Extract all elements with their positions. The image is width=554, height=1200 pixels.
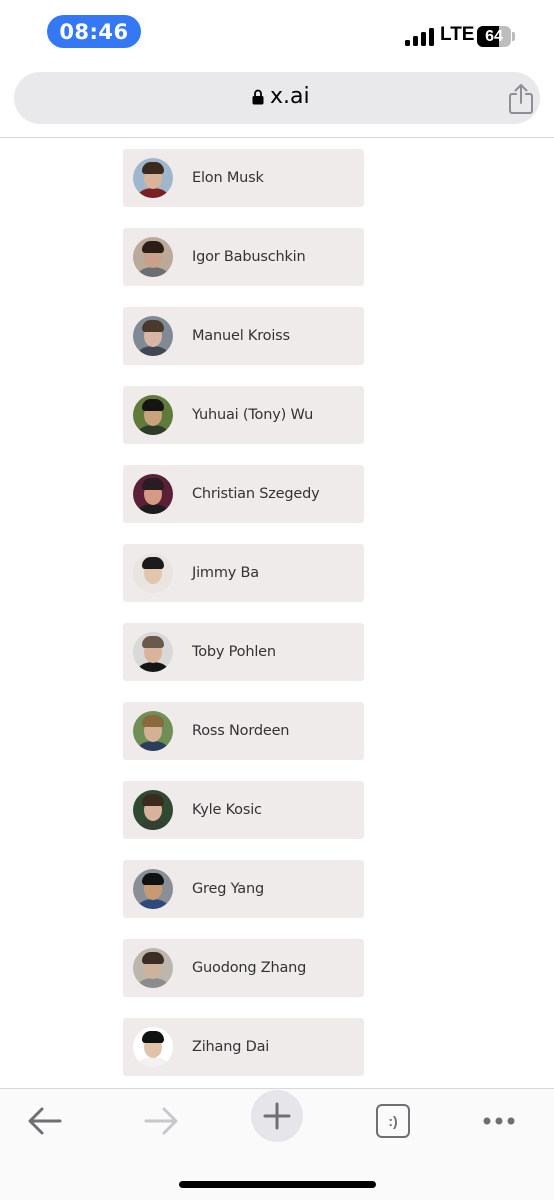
team-member-name: Yuhuai (Tony) Wu	[192, 407, 314, 423]
avatar-hair	[142, 715, 164, 727]
team-member-card[interactable]: Zihang Dai	[123, 1018, 364, 1076]
avatar	[133, 395, 173, 435]
team-member-name: Elon Musk	[192, 170, 264, 186]
avatar-hair	[142, 399, 164, 411]
avatar	[133, 711, 173, 751]
avatar-hair	[142, 320, 164, 332]
lock-icon	[252, 89, 264, 105]
team-member-name: Zihang Dai	[192, 1039, 270, 1055]
team-member-name: Jimmy Ba	[192, 565, 259, 581]
network-type: LTE	[440, 24, 475, 45]
avatar	[133, 158, 173, 198]
avatar-hair	[142, 794, 164, 806]
plus-icon	[263, 1102, 291, 1130]
address-bar[interactable]: x.ai	[14, 72, 540, 124]
new-tab-button[interactable]	[250, 1090, 304, 1142]
avatar	[133, 790, 173, 830]
tabs-button[interactable]: :)	[366, 1099, 420, 1143]
team-member-name: Manuel Kroiss	[192, 328, 290, 344]
team-member-name: Toby Pohlen	[192, 644, 276, 660]
team-member-name: Greg Yang	[192, 881, 264, 897]
battery-cap	[512, 32, 515, 41]
team-member-name: Guodong Zhang	[192, 960, 307, 976]
back-arrow-icon	[28, 1107, 62, 1135]
avatar	[133, 316, 173, 356]
status-time[interactable]: 08:46	[47, 15, 141, 48]
cellular-signal-icon	[405, 28, 435, 46]
tabs-label: :)	[388, 1113, 398, 1129]
back-button[interactable]	[18, 1099, 72, 1143]
team-member-name: Christian Szegedy	[192, 486, 320, 502]
team-member-name: Igor Babuschkin	[192, 249, 306, 265]
new-tab-circle	[251, 1090, 303, 1142]
avatar-hair	[142, 1031, 164, 1043]
battery-icon: 64	[477, 26, 511, 47]
avatar	[133, 869, 173, 909]
team-member-card[interactable]: Yuhuai (Tony) Wu	[123, 386, 364, 444]
team-member-card[interactable]: Toby Pohlen	[123, 623, 364, 681]
team-list: Elon Musk Igor Babuschkin Manuel Kroiss Yuh…	[0, 138, 554, 1088]
battery-percent: 64	[485, 27, 503, 45]
avatar	[133, 474, 173, 514]
team-member-card[interactable]: Christian Szegedy	[123, 465, 364, 523]
avatar	[133, 1027, 173, 1067]
forward-button[interactable]	[134, 1099, 188, 1143]
team-member-card[interactable]: Igor Babuschkin	[123, 228, 364, 286]
team-member-card[interactable]: Jimmy Ba	[123, 544, 364, 602]
share-icon[interactable]	[506, 82, 536, 116]
status-bar: 08:46 LTE 64	[0, 0, 554, 62]
more-dots-icon	[483, 1117, 515, 1125]
avatar	[133, 632, 173, 672]
team-member-card[interactable]: Greg Yang	[123, 860, 364, 918]
team-member-card[interactable]: Guodong Zhang	[123, 939, 364, 997]
avatar-hair	[142, 952, 164, 964]
avatar-hair	[142, 241, 164, 253]
avatar	[133, 553, 173, 593]
team-member-name: Ross Nordeen	[192, 723, 290, 739]
avatar	[133, 948, 173, 988]
team-member-card[interactable]: Manuel Kroiss	[123, 307, 364, 365]
team-member-name: Kyle Kosic	[192, 802, 262, 818]
home-indicator	[179, 1181, 376, 1188]
more-button[interactable]	[472, 1099, 526, 1143]
forward-arrow-icon	[144, 1107, 178, 1135]
tabs-icon: :)	[376, 1104, 410, 1138]
avatar-hair	[142, 636, 164, 648]
avatar-hair	[142, 162, 164, 174]
avatar-hair	[142, 873, 164, 885]
avatar-hair	[142, 478, 164, 490]
team-member-card[interactable]: Kyle Kosic	[123, 781, 364, 839]
team-member-card[interactable]: Elon Musk	[123, 149, 364, 207]
url-text[interactable]: x.ai	[270, 84, 310, 109]
avatar-hair	[142, 557, 164, 569]
team-member-card[interactable]: Ross Nordeen	[123, 702, 364, 760]
avatar	[133, 237, 173, 277]
